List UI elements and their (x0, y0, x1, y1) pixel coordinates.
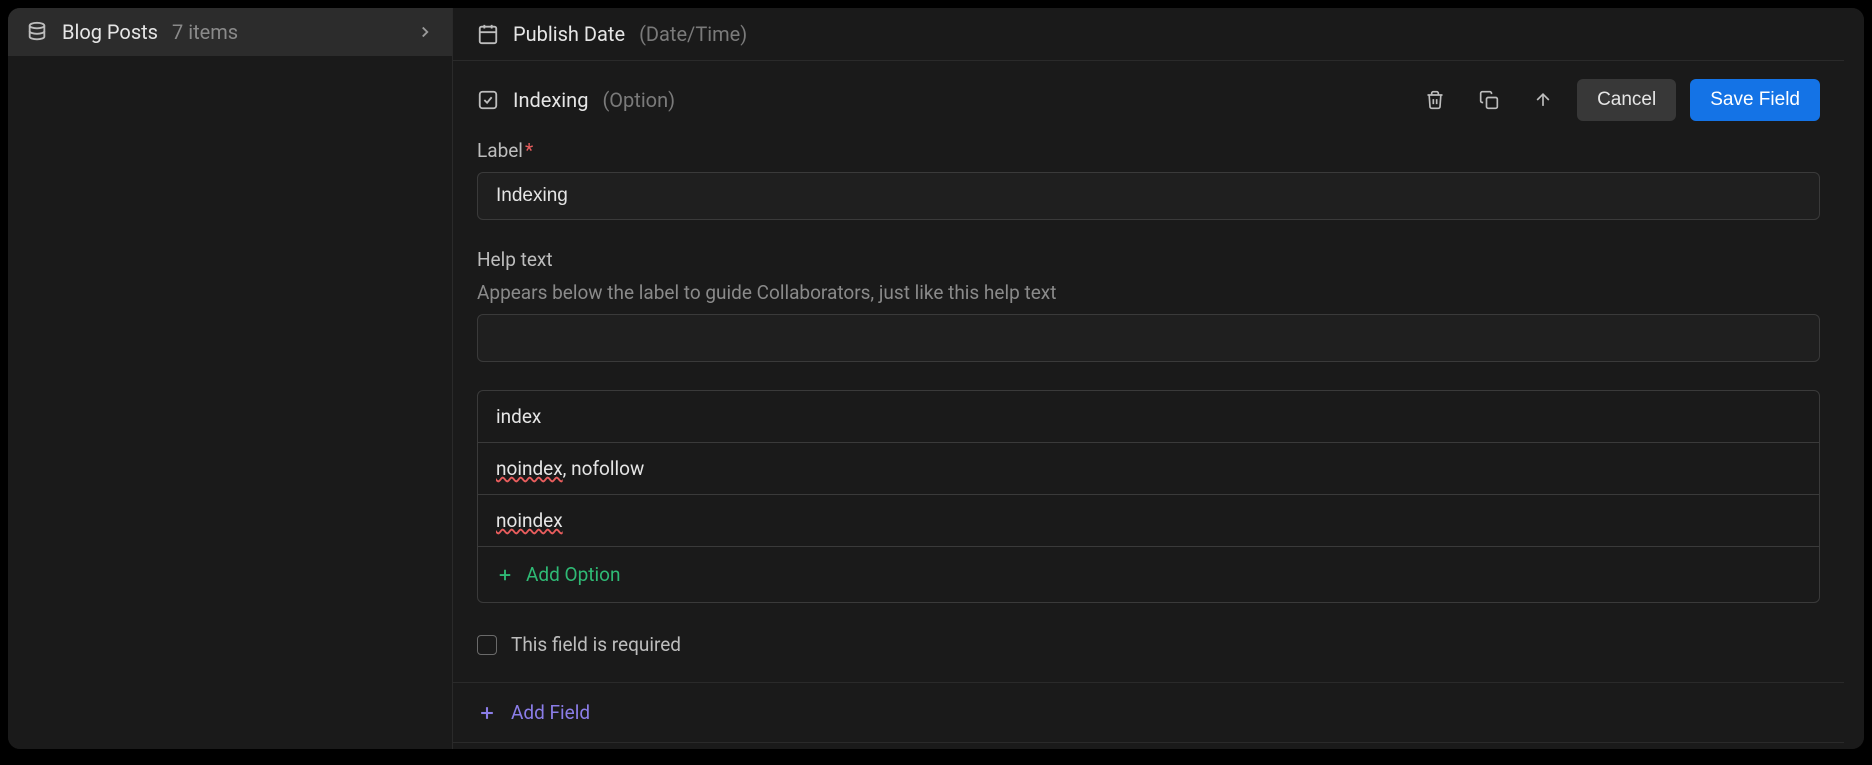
chevron-right-icon (416, 23, 434, 41)
add-option-label: Add Option (526, 563, 620, 586)
field-editor-header: Indexing (Option) (453, 61, 1844, 139)
required-checkbox[interactable] (477, 635, 497, 655)
collection-count: 7 items (172, 20, 402, 44)
collection-name: Blog Posts (62, 20, 158, 44)
required-checkbox-row[interactable]: This field is required (477, 631, 1820, 658)
sidebar-collection-item[interactable]: Blog Posts 7 items (8, 8, 452, 56)
option-item[interactable]: noindex (478, 495, 1819, 547)
option-item[interactable]: index (478, 391, 1819, 443)
add-field-label: Add Field (511, 701, 590, 724)
delete-button[interactable] (1415, 80, 1455, 120)
option-item[interactable]: noindex, nofollow (478, 443, 1819, 495)
required-label: This field is required (511, 633, 681, 656)
plus-icon (496, 566, 514, 584)
field-type: (Date/Time) (639, 22, 747, 46)
label-field-label: Label* (477, 139, 1820, 162)
field-name: Publish Date (513, 22, 625, 46)
help-text-input[interactable] (477, 314, 1820, 362)
plus-icon (477, 703, 497, 723)
field-row-publish-date[interactable]: Publish Date (Date/Time) (453, 8, 1844, 61)
field-editor-indexing: Indexing (Option) (453, 61, 1844, 683)
help-text-description: Appears below the label to guide Collabo… (477, 281, 1820, 304)
main-panel: Publish Date (Date/Time) Indexing (Optio… (453, 8, 1864, 749)
calendar-icon (477, 23, 499, 45)
cancel-button[interactable]: Cancel (1577, 79, 1676, 121)
sidebar: Blog Posts 7 items (8, 8, 453, 749)
help-text-label: Help text (477, 248, 1820, 271)
add-option-button[interactable]: Add Option (478, 547, 1819, 602)
label-input[interactable] (477, 172, 1820, 220)
option-icon (477, 89, 499, 111)
field-type: (Option) (602, 88, 675, 112)
database-icon (26, 21, 48, 43)
options-list: index noindex, nofollow noindex (477, 390, 1820, 603)
add-field-button[interactable]: Add Field (453, 683, 1844, 743)
field-name: Indexing (513, 88, 588, 112)
save-field-button[interactable]: Save Field (1690, 79, 1820, 121)
move-up-button[interactable] (1523, 80, 1563, 120)
duplicate-button[interactable] (1469, 80, 1509, 120)
